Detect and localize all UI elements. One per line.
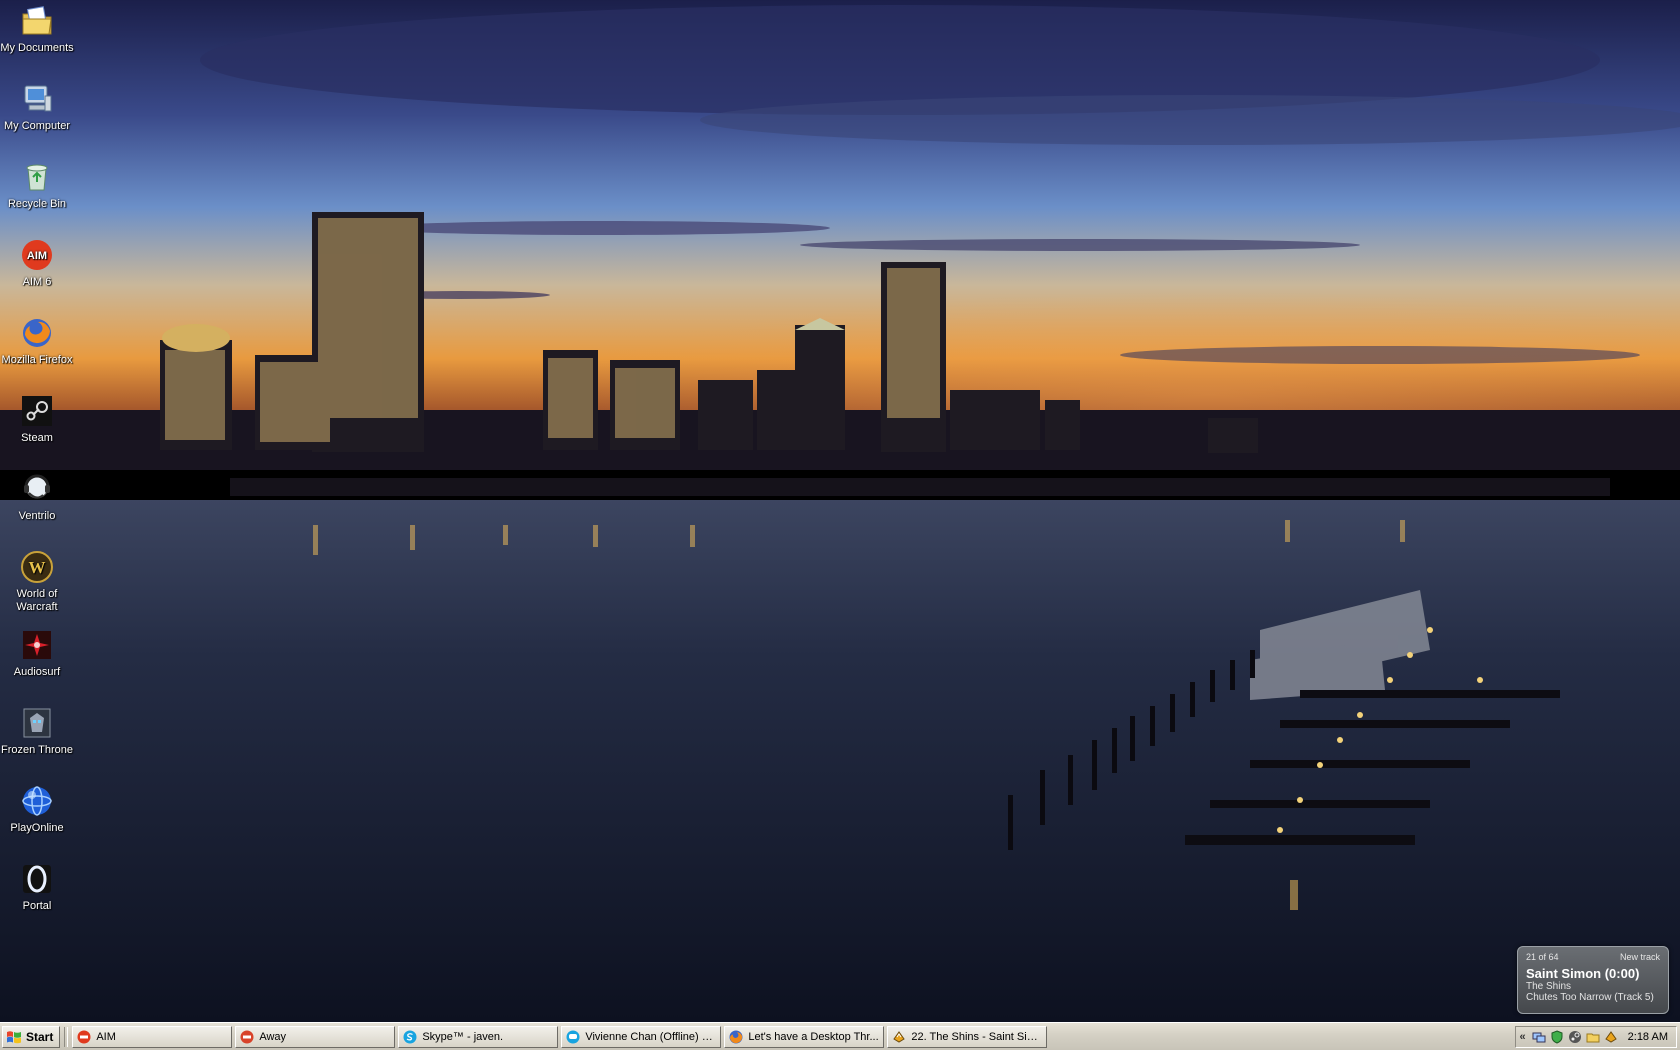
taskbar: Start AIM Away Skype™ - javen. Vivienne … — [0, 1022, 1680, 1050]
security-shield-icon[interactable] — [1550, 1029, 1564, 1044]
track-status: New track — [1619, 952, 1660, 962]
desktop-icon-recycle-bin[interactable]: Recycle Bin — [0, 158, 74, 211]
desktop-wallpaper — [0, 0, 1680, 1022]
desktop-icon-label: Mozilla Firefox — [1, 354, 73, 366]
track-album: Chutes Too Narrow (Track 5) — [1526, 992, 1654, 1003]
steam-icon — [20, 394, 54, 428]
frozen-throne-icon — [20, 706, 54, 740]
taskbar-button-away[interactable]: Away — [235, 1025, 396, 1048]
desktop-icon-label: AIM 6 — [22, 276, 52, 288]
desktop-icon-portal[interactable]: Portal — [0, 860, 74, 913]
task-label: Skype™ - javen. — [422, 1030, 504, 1043]
taskbar-task-list: AIM Away Skype™ - javen. Vivienne Chan (… — [72, 1025, 1048, 1048]
system-tray: « 2:18 AM — [1514, 1025, 1677, 1048]
desktop-icon-playonline[interactable]: PlayOnline — [0, 782, 74, 835]
desktop-icon-label: PlayOnline — [10, 822, 64, 834]
task-label: Vivienne Chan (Offline) S... — [585, 1030, 717, 1043]
desktop-icon-frozen-throne[interactable]: Frozen Throne — [0, 704, 74, 757]
desktop-icon-my-documents[interactable]: My Documents — [0, 2, 74, 55]
taskbar-button-skype[interactable]: Skype™ - javen. — [398, 1025, 559, 1048]
task-label: 22. The Shins - Saint Sim... — [911, 1030, 1043, 1043]
desktop-icon-aim[interactable]: AIM AIM 6 — [0, 236, 74, 289]
task-label: Let's have a Desktop Thr... — [748, 1030, 879, 1043]
recycle-bin-icon — [20, 160, 54, 194]
audiosurf-icon — [20, 628, 54, 662]
taskbar-button-firefox[interactable]: Let's have a Desktop Thr... — [724, 1025, 885, 1048]
desktop-icon-label: Frozen Throne — [1, 744, 73, 756]
taskbar-button-aim[interactable]: AIM — [72, 1025, 233, 1048]
winamp-tray-icon[interactable] — [1604, 1030, 1618, 1044]
svg-text:AIM: AIM — [27, 250, 47, 262]
city-skyline-wallpaper — [0, 0, 1680, 1022]
steam-tray-icon[interactable] — [1568, 1030, 1582, 1044]
playonline-icon — [20, 784, 54, 818]
skype-icon — [403, 1030, 417, 1043]
taskbar-separator — [64, 1026, 69, 1047]
svg-text:W: W — [29, 558, 46, 577]
folder-tray-icon[interactable] — [1586, 1030, 1600, 1044]
desktop-icon-audiosurf[interactable]: Audiosurf — [0, 626, 74, 679]
my-documents-icon — [20, 4, 54, 38]
world-of-warcraft-icon: W — [20, 550, 54, 584]
desktop-icon-steam[interactable]: Steam — [0, 392, 74, 445]
my-computer-icon — [20, 82, 54, 116]
taskbar-button-winamp[interactable]: 22. The Shins - Saint Sim... — [887, 1025, 1048, 1048]
desktop-icon-ventrilo[interactable]: Ventrilo — [0, 470, 74, 523]
show-hidden-icons-button[interactable]: « — [1520, 1031, 1526, 1043]
taskbar-button-chat[interactable]: Vivienne Chan (Offline) S... — [561, 1025, 722, 1048]
firefox-icon — [20, 316, 54, 350]
desktop-icon-firefox[interactable]: Mozilla Firefox — [0, 314, 74, 367]
desktop-icon-label: Portal — [22, 900, 52, 912]
winamp-icon — [893, 1030, 906, 1043]
portal-icon — [20, 862, 54, 896]
desktop-icon-label: World of Warcraft — [16, 588, 58, 613]
windows-logo-icon — [7, 1030, 21, 1043]
desktop-icon-label: Steam — [21, 432, 53, 444]
desktop-icon-label: Audiosurf — [13, 666, 61, 678]
aim-icon: AIM — [20, 238, 54, 272]
desktop-icon-label: My Computer — [3, 120, 71, 132]
desktop-icon-world-of-warcraft[interactable]: W World of Warcraft — [0, 548, 74, 614]
desktop-icon-my-computer[interactable]: My Computer — [0, 80, 74, 133]
track-title: Saint Simon (0:00) — [1526, 966, 1640, 981]
firefox-icon — [729, 1030, 743, 1043]
track-artist: The Shins — [1526, 981, 1572, 992]
desktop-icon-label: Recycle Bin — [7, 198, 67, 210]
aim-away-icon — [240, 1030, 254, 1043]
aim-icon — [77, 1030, 91, 1043]
track-position: 21 of 64 — [1526, 952, 1559, 962]
start-label: Start — [26, 1029, 54, 1044]
chat-icon — [566, 1030, 580, 1043]
ventrilo-icon — [20, 472, 54, 506]
clock[interactable]: 2:18 AM — [1628, 1031, 1668, 1043]
desktop-icon-label: My Documents — [0, 42, 74, 54]
desktop-icon-label: Ventrilo — [18, 510, 56, 522]
task-label: Away — [259, 1030, 287, 1043]
now-playing-notification[interactable]: 21 of 64 New track Saint Simon (0:00) Th… — [1517, 946, 1669, 1014]
network-icon[interactable] — [1532, 1030, 1546, 1044]
task-label: AIM — [96, 1030, 116, 1043]
start-button[interactable]: Start — [2, 1025, 61, 1048]
